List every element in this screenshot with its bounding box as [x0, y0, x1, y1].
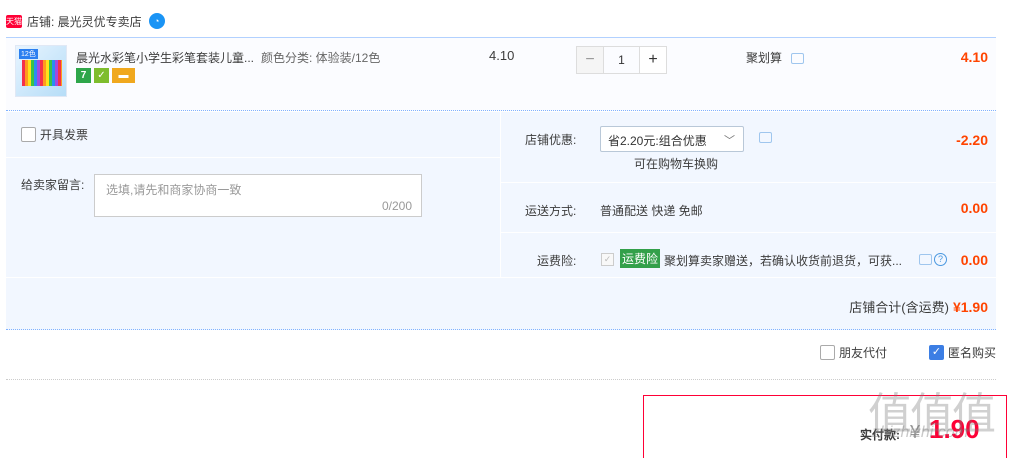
- divider: [501, 182, 996, 183]
- shop-total-label: 店铺合计(含运费): [849, 300, 949, 315]
- discount-note: 可在购物车换购: [634, 157, 719, 171]
- divider: [501, 232, 996, 233]
- promo-text: 聚划算: [746, 51, 783, 65]
- guarantee-icon[interactable]: ✓: [94, 68, 109, 83]
- insurance-label: 运费险:: [537, 254, 577, 268]
- message-icon[interactable]: [791, 53, 805, 64]
- shipping-method: 普通配送 快递 免邮: [600, 204, 703, 218]
- discount-selected: 省2.20元:组合优惠: [608, 134, 707, 148]
- anonymous-option[interactable]: ✓ 匿名购买: [929, 344, 996, 361]
- divider: [6, 379, 996, 380]
- message-icon[interactable]: [759, 132, 772, 143]
- unit-price: 4.10: [489, 48, 515, 63]
- invoice-checkbox[interactable]: [21, 127, 36, 142]
- item-total: 4.10: [960, 49, 988, 65]
- memo-label: 给卖家留言:: [21, 178, 85, 192]
- discount-label: 店铺优惠:: [525, 133, 577, 147]
- service-badges: 7 ✓ ▬: [76, 68, 135, 83]
- pens-image: [22, 60, 62, 86]
- invoice-label: 开具发票: [40, 128, 89, 142]
- help-icon[interactable]: ?: [934, 253, 947, 266]
- divider: [6, 277, 996, 278]
- decrease-button[interactable]: −: [576, 46, 604, 74]
- anonymous-label: 匿名购买: [948, 346, 997, 360]
- product-sku: 颜色分类: 体验装/12色: [261, 51, 381, 65]
- product-title-link[interactable]: 晨光水彩笔小学生彩笔套装儿童...: [76, 49, 256, 66]
- shop-header: 天猫 店铺: 晨光灵优专卖店 ◔: [6, 12, 165, 30]
- friend-pay-checkbox[interactable]: [820, 345, 835, 360]
- discount-amount: -2.20: [956, 132, 988, 148]
- anonymous-checkbox[interactable]: ✓: [929, 345, 944, 360]
- quantity-input[interactable]: 1: [604, 46, 639, 74]
- order-item-row: 12色 晨光水彩笔小学生彩笔套装儿童... 颜色分类: 体验装/12色 7 ✓ …: [6, 37, 996, 111]
- quantity-stepper: − 1 +: [576, 46, 667, 74]
- discount-select[interactable]: 省2.20元:组合优惠 ﹀: [600, 126, 744, 152]
- friend-pay-label: 朋友代付: [839, 346, 888, 360]
- product-thumbnail[interactable]: 12色: [15, 45, 67, 97]
- chat-icon[interactable]: ◔: [148, 13, 165, 29]
- insurance-amount: 0.00: [960, 252, 988, 268]
- shipping-label: 运送方式:: [525, 204, 577, 218]
- friend-pay-option[interactable]: 朋友代付: [820, 344, 887, 361]
- promo-label: 聚划算: [746, 49, 805, 66]
- shipping-amount: 0.00: [960, 200, 988, 216]
- chevron-down-icon: ﹀: [724, 135, 735, 147]
- increase-button[interactable]: +: [639, 46, 667, 74]
- memo-textarea[interactable]: 选填,请先和商家协商一致 0/200: [94, 174, 422, 217]
- insurance-text: 聚划算卖家赠送，若确认收货前退货，可获...: [664, 254, 903, 268]
- shop-total: 店铺合计(含运费) ¥1.90: [849, 297, 988, 316]
- insurance-tag: 运费险: [620, 249, 661, 268]
- credit-card-icon[interactable]: ▬: [112, 68, 135, 83]
- shop-name-link[interactable]: 店铺: 晨光灵优专卖店: [27, 13, 142, 30]
- insurance-checkbox[interactable]: ✓: [601, 253, 614, 266]
- divider: [6, 157, 500, 158]
- tmall-icon: 天猫: [6, 14, 22, 28]
- message-icon[interactable]: [919, 254, 932, 265]
- watermark-url: zhizhizhi.com: [872, 424, 969, 441]
- order-options-panel: 开具发票 给卖家留言: 选填,请先和商家协商一致 0/200 店铺优惠: 省2.…: [6, 112, 996, 330]
- memo-placeholder: 选填,请先和商家协商一致: [106, 183, 242, 197]
- divider: [500, 112, 501, 277]
- memo-char-count: 0/200: [381, 199, 412, 213]
- invoice-option[interactable]: 开具发票: [21, 126, 88, 143]
- shop-total-amount: ¥1.90: [952, 299, 988, 315]
- seven-day-return-icon[interactable]: 7: [76, 68, 91, 83]
- thumb-tag: 12色: [19, 49, 38, 59]
